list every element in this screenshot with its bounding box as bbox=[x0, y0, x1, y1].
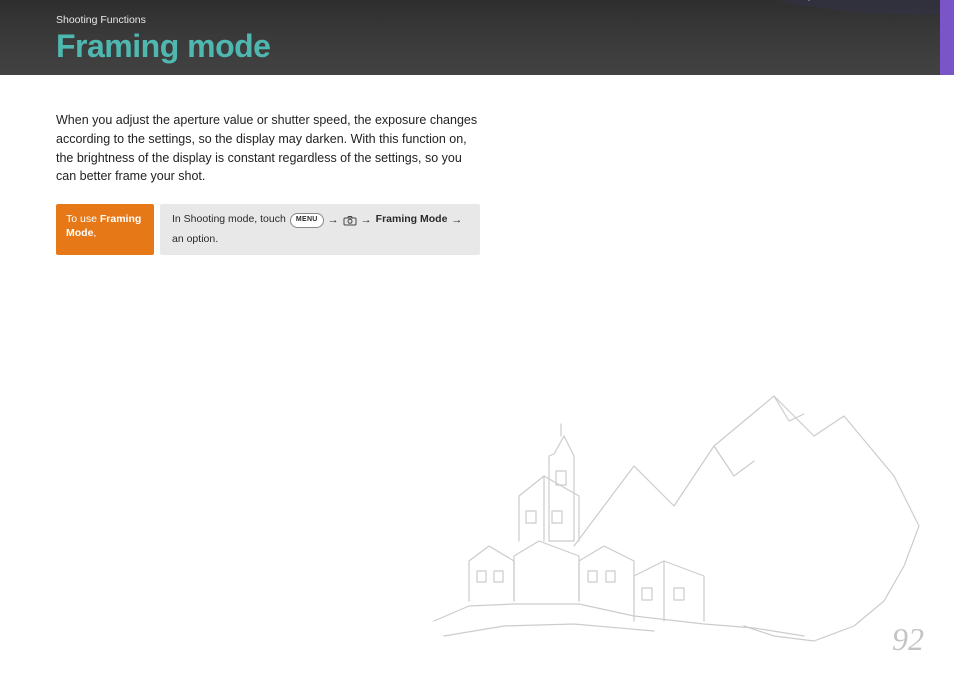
arrow-icon: → bbox=[328, 212, 339, 229]
step-prefix: In Shooting mode, touch bbox=[172, 212, 286, 228]
menu-button-icon: MENU bbox=[290, 213, 324, 228]
intro-paragraph: When you adjust the aperture value or sh… bbox=[56, 111, 480, 186]
header-swoosh-decoration bbox=[504, 0, 954, 75]
step-suffix: an option. bbox=[172, 232, 218, 248]
label-prefix: To use bbox=[66, 213, 100, 225]
header-band: Shooting Functions Framing mode bbox=[0, 0, 954, 75]
instruction-steps: In Shooting mode, touch MENU → → Framing… bbox=[160, 204, 480, 255]
arrow-icon: → bbox=[361, 212, 372, 229]
main-content: When you adjust the aperture value or sh… bbox=[0, 75, 480, 255]
step-bold: Framing Mode bbox=[376, 212, 448, 228]
side-tab-indicator bbox=[940, 0, 954, 75]
instruction-row: To use Framing Mode, In Shooting mode, t… bbox=[56, 204, 480, 255]
camera-icon bbox=[343, 215, 357, 226]
arrow-icon: → bbox=[451, 212, 462, 229]
background-illustration bbox=[374, 366, 934, 666]
label-suffix: , bbox=[93, 227, 96, 239]
page-number: 92 bbox=[892, 621, 924, 658]
instruction-label: To use Framing Mode, bbox=[56, 204, 154, 255]
